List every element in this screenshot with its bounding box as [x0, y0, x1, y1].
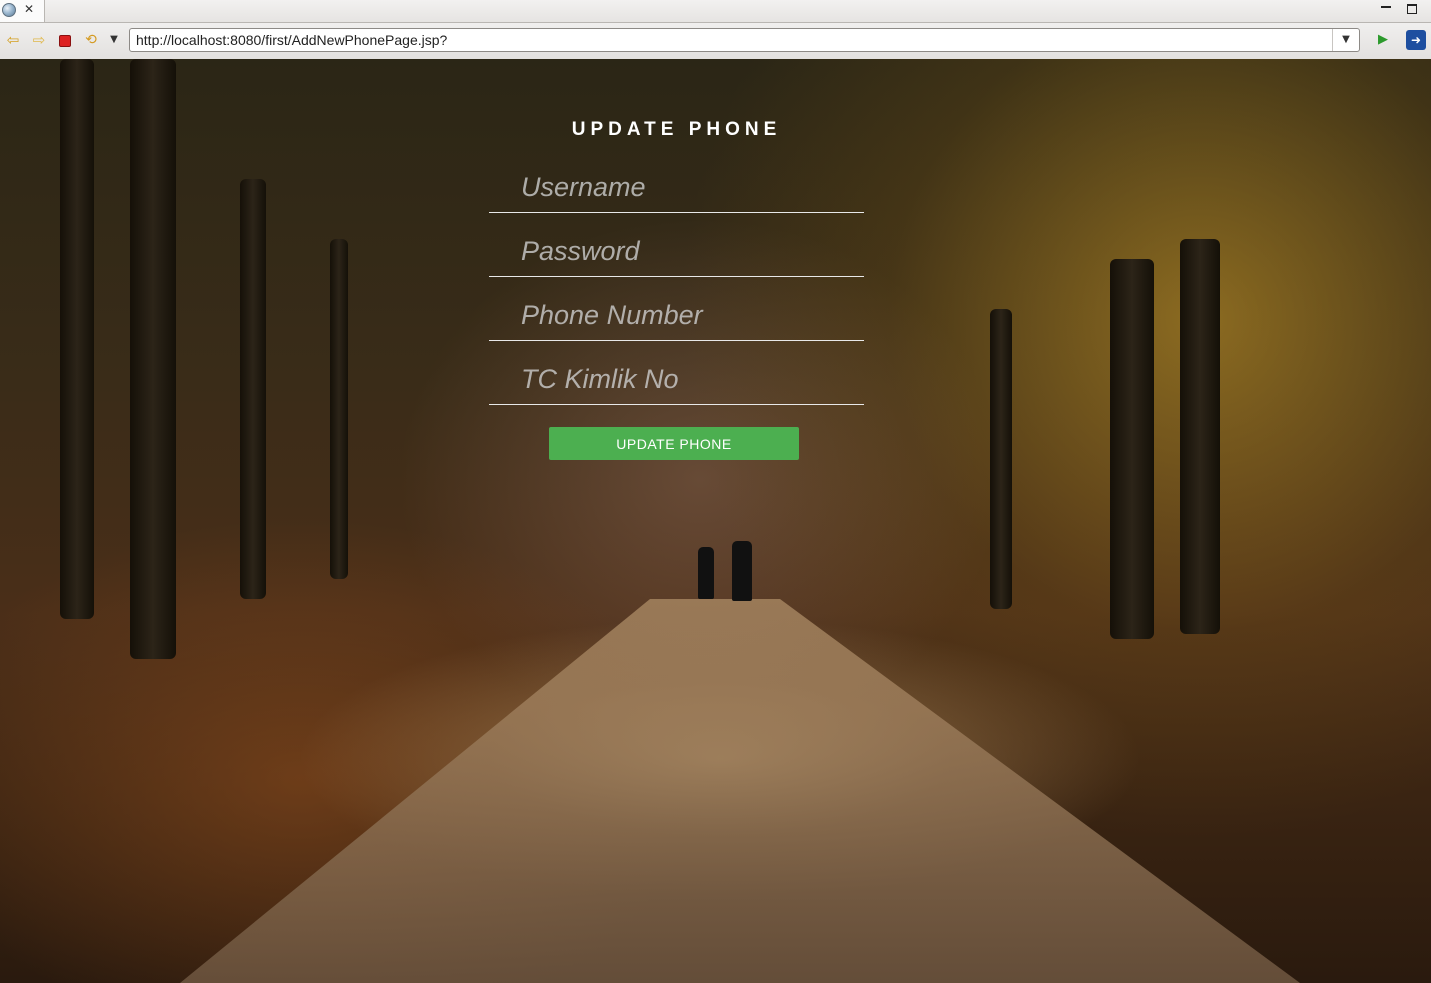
password-field — [489, 227, 864, 277]
walker-figure — [732, 541, 752, 601]
tree-trunk — [990, 309, 1012, 609]
browser-toolbar: ⇦ ⇨ ⟲ ▼ http://localhost:8080/first/AddN… — [0, 23, 1431, 60]
username-input[interactable] — [521, 169, 851, 205]
dropdown-icon[interactable]: ▼ — [105, 31, 123, 49]
password-input[interactable] — [521, 233, 851, 269]
forward-arrow-icon[interactable]: ⇨ — [30, 31, 48, 49]
tree-trunk — [240, 179, 266, 599]
stop-icon[interactable] — [56, 31, 74, 49]
phone-number-input[interactable] — [521, 297, 851, 333]
tc-kimlik-input[interactable] — [521, 361, 851, 397]
page-content: UPDATE PHONE UPDATE PHONE — [0, 59, 1431, 983]
tree-trunk — [1180, 239, 1220, 634]
url-history-dropdown-icon[interactable]: ▼ — [1332, 29, 1359, 51]
minimize-window-icon[interactable] — [1378, 0, 1394, 18]
refresh-icon[interactable]: ⟲ — [82, 31, 100, 49]
go-icon[interactable]: ▶ — [1374, 31, 1392, 49]
tc-kimlik-field — [489, 355, 864, 405]
form-title: UPDATE PHONE — [571, 119, 782, 140]
tree-trunk — [330, 239, 348, 579]
back-arrow-icon[interactable]: ⇦ — [4, 31, 22, 49]
browser-tab-bar: ✕ — [0, 0, 1431, 23]
tree-trunk — [130, 59, 176, 659]
eclipse-icon[interactable]: ➜ — [1406, 30, 1426, 50]
tree-trunk — [60, 59, 94, 619]
tree-trunk — [1110, 259, 1154, 639]
username-field — [489, 163, 864, 213]
globe-icon — [2, 3, 16, 17]
walker-figure — [698, 547, 714, 599]
url-bar[interactable]: http://localhost:8080/first/AddNewPhoneP… — [129, 28, 1360, 52]
browser-tab[interactable]: ✕ — [0, 0, 45, 22]
update-phone-button[interactable]: UPDATE PHONE — [549, 427, 799, 460]
url-text[interactable]: http://localhost:8080/first/AddNewPhoneP… — [136, 32, 447, 48]
maximize-window-icon[interactable] — [1404, 0, 1420, 18]
phone-number-field — [489, 291, 864, 341]
close-tab-icon[interactable]: ✕ — [24, 1, 34, 17]
